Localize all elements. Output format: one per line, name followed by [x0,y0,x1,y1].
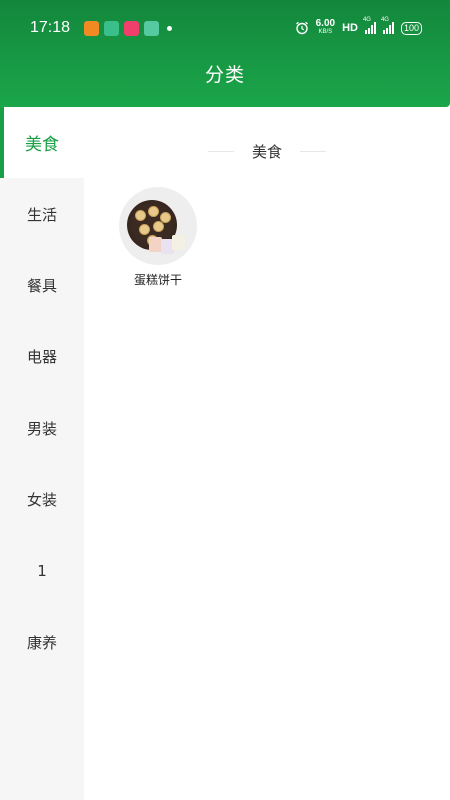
sidebar-item-food[interactable]: 美食 [0,107,84,179]
signal-icon-2: 4G [381,17,394,34]
status-bar: 17:18 6.00 KB/S HD 4G 4G 100 [0,0,450,56]
network-speed: 6.00 KB/S [316,19,335,37]
sidebar-item-wellness[interactable]: 康养 [0,607,84,678]
sidebar-item-tableware[interactable]: 餐具 [0,250,84,321]
divider-right [300,151,326,152]
chat-app-icon [144,20,160,36]
alarm-icon [295,21,308,35]
category-item-label: 蛋糕饼干 [133,273,182,287]
signal-icon-1: 4G [363,17,376,34]
battery-icon: 100 [400,21,422,35]
sidebar-item-life[interactable]: 生活 [0,178,84,249]
app-notification-icon [104,20,120,36]
sidebar-item-womenswear[interactable]: 女装 [0,464,84,535]
divider-left [207,151,234,152]
notification-icons [84,20,173,36]
video-app-icon [124,20,140,36]
system-icons: 6.00 KB/S HD 4G 4G 100 [295,17,422,37]
category-item-cake-biscuits[interactable]: 蛋糕饼干 [118,187,198,288]
more-notifications-dot [167,25,173,31]
status-time: 17:18 [30,19,71,36]
page-title: 分类 [204,64,245,86]
app-header: 17:18 6.00 KB/S HD 4G 4G 100 分类 [0,0,450,107]
signal-2-label: 4G [380,17,389,23]
taobao-app-icon [84,20,100,36]
category-content: 美食 蛋糕饼干 [84,107,450,800]
speed-unit: KB/S [318,29,333,35]
sidebar-item-appliances[interactable]: 电器 [0,321,84,392]
hd-indicator: HD [342,22,358,34]
signal-1-label: 4G [362,17,371,23]
category-thumbnail-image [119,187,197,265]
sidebar-item-menswear[interactable]: 男装 [0,393,84,464]
section-header: 美食 [84,141,450,162]
section-title: 美食 [251,143,282,161]
speed-value: 6.00 [315,18,336,29]
category-sidebar: 美食 生活 餐具 电器 男装 女装 1 康养 [0,107,84,800]
sidebar-item-1[interactable]: 1 [0,535,84,606]
